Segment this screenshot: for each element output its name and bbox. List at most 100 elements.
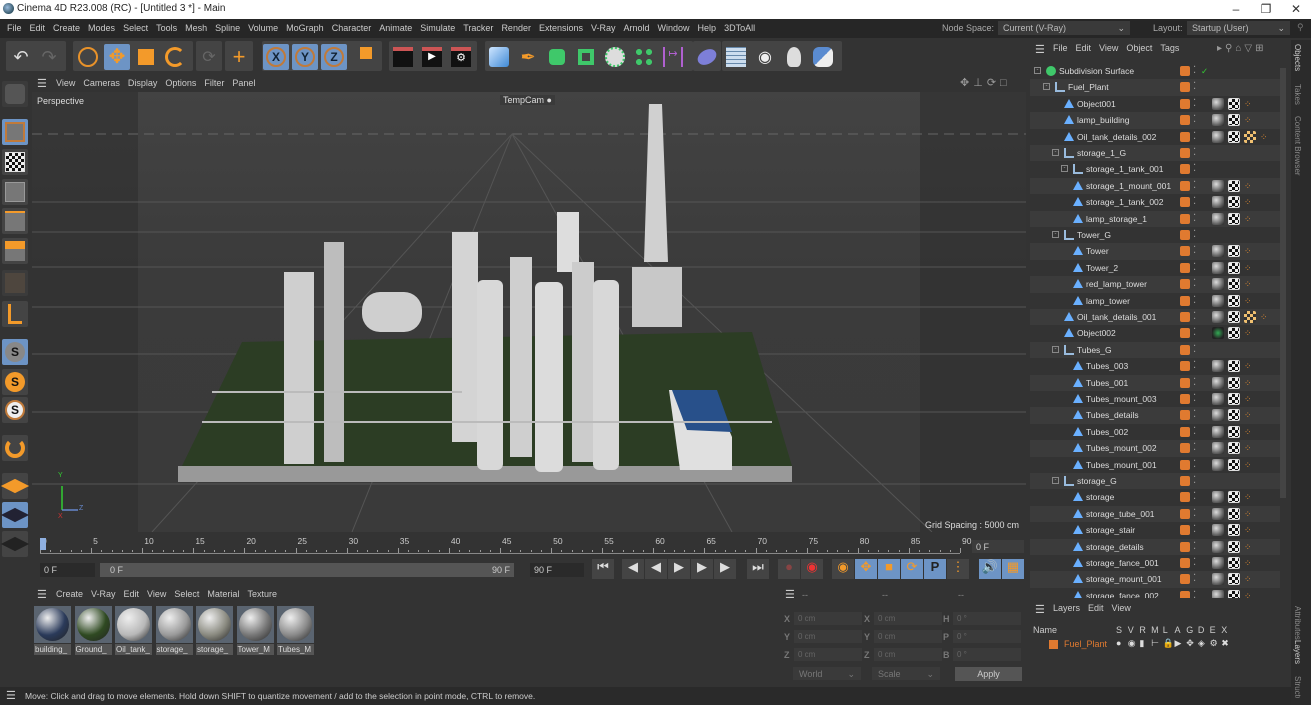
viewport-menu-display[interactable]: Display	[124, 75, 162, 92]
visibility-dots-icon[interactable]: ⁚	[1193, 539, 1196, 555]
pen-button[interactable]: ✒	[515, 44, 541, 70]
layer-column-l[interactable]: L	[1163, 625, 1168, 635]
material-menu-select[interactable]: Select	[170, 586, 203, 603]
object-name[interactable]: storage_fance_002	[1086, 588, 1159, 598]
selection-tag-icon[interactable]: ⁘	[1244, 391, 1252, 407]
selection-tag-icon[interactable]: ⁘	[1244, 276, 1252, 292]
object-name[interactable]: storage_mount_001	[1086, 571, 1162, 587]
material-tag-icon[interactable]	[1212, 589, 1224, 598]
next-frame-button[interactable]: ▶	[691, 559, 713, 579]
tab-objects[interactable]: Objects	[1293, 44, 1302, 71]
undo-button[interactable]: ↶	[8, 44, 34, 70]
layer-toggle-d-icon[interactable]: ◈	[1198, 638, 1205, 649]
menu-window[interactable]: Window	[654, 19, 694, 38]
material-tag-icon[interactable]	[1212, 540, 1224, 553]
om-menu-file[interactable]: File	[1049, 40, 1072, 57]
layer-color-swatch[interactable]	[1180, 262, 1190, 273]
layer-color-swatch[interactable]	[1180, 459, 1190, 470]
object-row[interactable]: storage_1_tank_002 ⁚ ⁘	[1030, 194, 1280, 210]
object-row[interactable]: Tubes_001 ⁚ ⁘	[1030, 374, 1280, 391]
minimize-button[interactable]: –	[1221, 2, 1251, 17]
object-row[interactable]: lamp_tower ⁚ ⁘	[1030, 293, 1280, 309]
material-swatch[interactable]: Tower_M	[236, 606, 274, 656]
hamburger-menu-icon[interactable]: ☰	[37, 77, 47, 90]
material-tag-icon[interactable]	[1212, 524, 1224, 537]
menu-arnold[interactable]: Arnold	[620, 19, 654, 38]
material-tag-icon[interactable]	[1212, 196, 1224, 209]
layer-column-g[interactable]: G	[1186, 625, 1193, 635]
search-icon[interactable]: ⚲	[1225, 43, 1235, 54]
start-frame-field[interactable]: 0 F	[40, 563, 95, 577]
layer-column-m[interactable]: M	[1151, 625, 1159, 635]
visibility-dots-icon[interactable]: ⁚	[1193, 161, 1196, 177]
sound-button[interactable]: 🔊	[979, 559, 1001, 579]
uvw-tag-icon[interactable]	[1228, 278, 1240, 291]
selection-tag-icon[interactable]: ⁘	[1244, 293, 1252, 309]
object-name[interactable]: Object001	[1077, 96, 1116, 112]
uvw-tag-icon[interactable]	[1228, 507, 1240, 520]
material-tag-icon[interactable]	[1212, 245, 1224, 258]
material-tag-icon[interactable]	[1212, 393, 1224, 405]
material-tag-icon[interactable]	[1212, 212, 1224, 225]
viewport-menu-options[interactable]: Options	[161, 75, 200, 92]
coord-value-field[interactable]: 0 cm	[794, 648, 862, 661]
uvw-tag-icon[interactable]	[1228, 589, 1240, 598]
layer-toggle-l-icon[interactable]: 🔒	[1163, 638, 1174, 649]
layer-color-swatch[interactable]	[1180, 525, 1190, 536]
material-tag-icon[interactable]	[1212, 458, 1224, 471]
object-name[interactable]: Subdivision Surface	[1059, 63, 1134, 79]
coord-value-field[interactable]: 0 °	[953, 630, 1021, 643]
om-menu-view[interactable]: View	[1095, 40, 1122, 57]
next-key-button[interactable]: ▶	[714, 559, 736, 579]
object-list-scrollbar[interactable]	[1280, 68, 1286, 498]
cloner-button[interactable]	[602, 44, 628, 70]
layer-color-swatch[interactable]	[1180, 344, 1190, 355]
menu-render[interactable]: Render	[497, 19, 535, 38]
object-name[interactable]: Tower_G	[1077, 227, 1111, 243]
menu-extensions[interactable]: Extensions	[535, 19, 587, 38]
hamburger-menu-icon[interactable]: ☰	[37, 588, 47, 601]
object-name[interactable]: Oil_tank_details_002	[1077, 129, 1156, 145]
layer-toggle-x-icon[interactable]: ✖	[1221, 638, 1229, 649]
menu-volume[interactable]: Volume	[244, 19, 282, 38]
object-row[interactable]: - Tower_G ⁚	[1030, 227, 1280, 243]
material-menu-create[interactable]: Create	[52, 586, 87, 603]
layer-menu-layers[interactable]: Layers	[1049, 600, 1084, 617]
visibility-dots-icon[interactable]: ⁚	[1193, 473, 1196, 489]
texture-tag-icon[interactable]	[1244, 311, 1256, 323]
restore-button[interactable]: ❐	[1251, 2, 1281, 17]
uvw-tag-icon[interactable]	[1228, 261, 1240, 274]
selection-tag-icon[interactable]: ⁘	[1260, 129, 1268, 145]
object-name[interactable]: Tower	[1086, 243, 1109, 259]
orbit-icon[interactable]: ⟳	[987, 77, 1000, 89]
hamburger-menu-icon[interactable]: ☰	[1035, 43, 1045, 56]
object-name[interactable]: Tubes_mount_002	[1086, 440, 1157, 456]
coordinate-system-button[interactable]	[352, 44, 378, 70]
tab-layers[interactable]: Layers	[1293, 640, 1302, 664]
layer-color-swatch[interactable]	[1180, 426, 1190, 437]
layer-color-swatch[interactable]	[1180, 82, 1190, 93]
visibility-dots-icon[interactable]: ⁚	[1193, 309, 1196, 325]
layer-toggle-a-icon[interactable]: ▶	[1175, 638, 1182, 649]
visibility-dots-icon[interactable]: ⁚	[1193, 129, 1196, 145]
collapse-toggle-icon[interactable]: -	[1052, 149, 1059, 156]
locked-workplane-button[interactable]	[0, 502, 30, 528]
object-name[interactable]: storage_1_tank_002	[1086, 194, 1164, 210]
keyframe-selection-button[interactable]: ◉	[832, 559, 854, 579]
uvw-tag-icon[interactable]	[1228, 114, 1240, 127]
visibility-dots-icon[interactable]: ⁚	[1193, 440, 1196, 456]
material-tag-icon[interactable]	[1212, 261, 1224, 274]
layer-row[interactable]: Fuel_Plant ● ◉ ▮ ⊢ 🔒 ▶ ✥ ◈ ⚙ ✖	[1030, 638, 1285, 652]
layer-color-swatch[interactable]	[1180, 131, 1190, 142]
snap-button[interactable]	[2, 435, 28, 461]
menu-v-ray[interactable]: V-Ray	[587, 19, 620, 38]
uv-mode-button[interactable]	[2, 270, 28, 296]
visibility-dots-icon[interactable]: ⁚	[1193, 424, 1196, 440]
material-menu-material[interactable]: Material	[203, 586, 243, 603]
layer-column-e[interactable]: E	[1210, 625, 1216, 635]
object-row[interactable]: lamp_building ⁚ ⁘	[1030, 112, 1280, 129]
key-scale-button[interactable]: ■	[878, 559, 900, 579]
selection-tag-icon[interactable]: ⁘	[1244, 522, 1252, 538]
material-tag-icon[interactable]	[1212, 573, 1224, 586]
object-row[interactable]: - storage_G ⁚	[1030, 473, 1280, 490]
